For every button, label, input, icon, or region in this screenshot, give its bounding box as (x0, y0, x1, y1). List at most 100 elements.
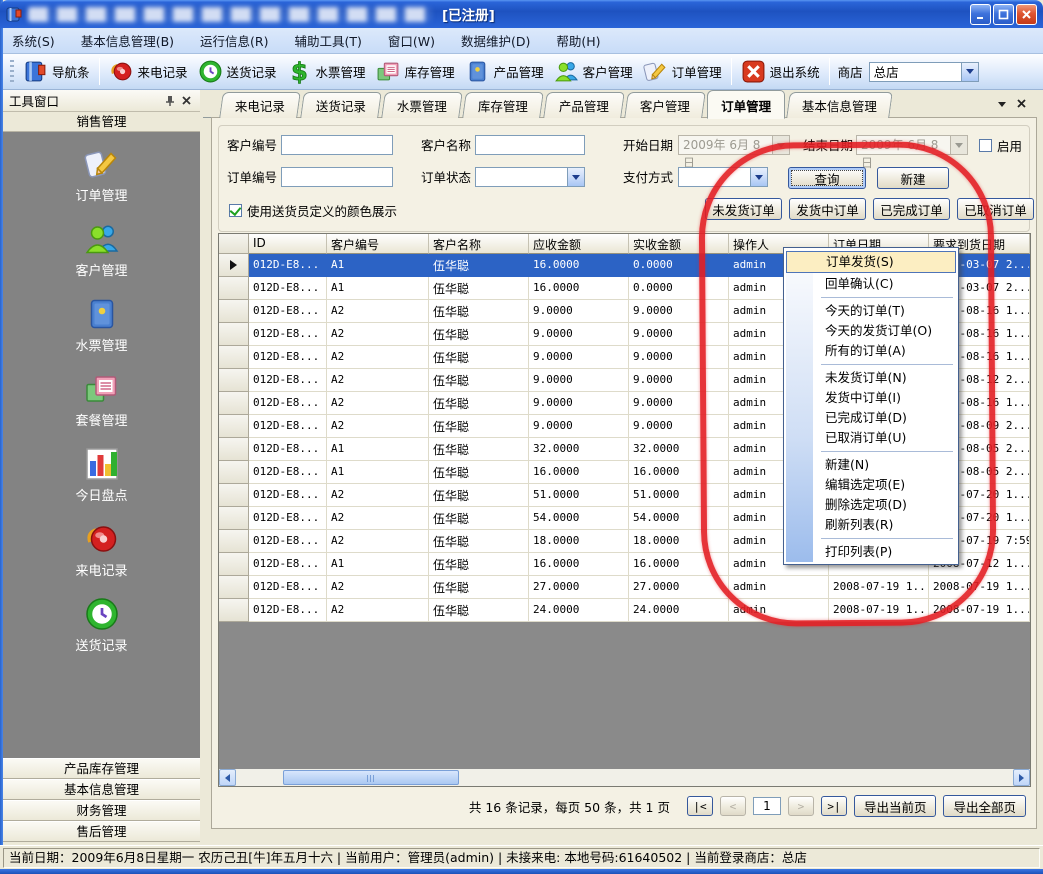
row-selector-cell[interactable] (219, 530, 249, 553)
row-selector-cell[interactable] (219, 392, 249, 415)
toolbar-call-log[interactable]: 来电记录 (104, 57, 193, 86)
splitter[interactable] (200, 90, 203, 845)
tool-window-close-button[interactable] (178, 93, 194, 109)
row-selector-cell[interactable] (219, 346, 249, 369)
scrollbar-thumb[interactable] (283, 770, 459, 785)
toolbar-customer[interactable]: 客户管理 (549, 57, 638, 86)
row-selector-cell[interactable] (219, 415, 249, 438)
export-all-pages-button[interactable]: 导出全部页 (943, 795, 1026, 817)
order-status-select[interactable] (475, 167, 585, 187)
sidebar-item-daily-stocktake[interactable]: 今日盘点 (42, 446, 162, 504)
row-selector-cell[interactable] (219, 277, 249, 300)
menu-item[interactable]: 运行信息(R) (200, 31, 268, 50)
table-row[interactable]: 012D-E8... A2 伍华聪 24.0000 24.0000 admin … (219, 599, 1030, 622)
row-selector-cell[interactable] (219, 323, 249, 346)
scroll-left-button[interactable] (219, 769, 236, 786)
customer-no-input[interactable] (281, 135, 393, 155)
row-selector-cell[interactable] (219, 461, 249, 484)
shop-select-arrow[interactable] (961, 63, 978, 81)
maximize-button[interactable] (993, 4, 1014, 25)
context-menu-item[interactable]: 今天的发货订单(O) (786, 321, 956, 341)
order-status-filter-button[interactable]: 未发货订单 (705, 198, 782, 220)
pay-method-select[interactable] (678, 167, 768, 187)
toolbar-water-ticket[interactable]: $ 水票管理 (282, 57, 371, 86)
toolbar-delivery-log[interactable]: 送货记录 (193, 57, 282, 86)
section-header-basic-info[interactable]: 基本信息管理 (3, 779, 200, 800)
prev-page-button[interactable]: < (720, 796, 746, 816)
next-page-button[interactable]: > (788, 796, 814, 816)
sidebar-item-customer[interactable]: 客户管理 (42, 221, 162, 279)
context-menu-item[interactable]: 刷新列表(R) (786, 515, 956, 535)
order-status-filter-button[interactable]: 已取消订单 (957, 198, 1034, 220)
toolbar-nav-strip[interactable]: 导航条 (18, 57, 95, 86)
row-selector-cell[interactable] (219, 369, 249, 392)
menu-item[interactable]: 辅助工具(T) (295, 31, 362, 50)
tab[interactable]: 来电记录 (219, 92, 301, 118)
context-menu-item[interactable]: 未发货订单(N) (786, 368, 956, 388)
minimize-button[interactable] (970, 4, 991, 25)
new-button[interactable]: 新建 (877, 167, 949, 189)
column-header-customer-no[interactable]: 客户编号 (327, 234, 429, 254)
toolbar-product[interactable]: 产品管理 (460, 57, 549, 86)
sidebar-item-call-log[interactable]: 来电记录 (42, 521, 162, 579)
order-status-filter-button[interactable]: 已完成订单 (873, 198, 950, 220)
row-selector-cell[interactable] (219, 438, 249, 461)
context-menu-item[interactable]: 今天的订单(T) (786, 301, 956, 321)
menu-item[interactable]: 帮助(H) (556, 31, 600, 50)
section-header-after-sales[interactable]: 售后管理 (3, 821, 200, 842)
toolbar-exit[interactable]: 退出系统 (736, 57, 825, 86)
context-menu-item[interactable]: 新建(N) (786, 455, 956, 475)
context-menu-item[interactable]: 所有的订单(A) (786, 341, 956, 361)
tab[interactable]: 库存管理 (462, 92, 544, 118)
pin-button[interactable] (162, 93, 178, 109)
sidebar-item-order[interactable]: 订单管理 (42, 146, 162, 204)
context-menu-item[interactable]: 订单发货(S) (786, 251, 956, 273)
first-page-button[interactable]: |< (687, 796, 713, 816)
query-button[interactable]: 查询 (788, 167, 866, 189)
tab[interactable]: 基本信息管理 (786, 92, 893, 118)
menu-item[interactable]: 基本信息管理(B) (81, 31, 174, 50)
close-button[interactable] (1016, 4, 1037, 25)
column-header-received[interactable]: 实收金额 (629, 234, 729, 254)
row-selector-cell[interactable] (219, 484, 249, 507)
tab[interactable]: 客户管理 (624, 92, 706, 118)
row-selector-cell[interactable] (219, 576, 249, 599)
tab[interactable]: 送货记录 (300, 92, 382, 118)
tab-close-button[interactable] (1016, 97, 1027, 112)
context-menu-item[interactable]: 已完成订单(D) (786, 408, 956, 428)
row-selector-cell[interactable] (219, 507, 249, 530)
enable-date-checkbox[interactable] (979, 139, 992, 152)
customer-name-input[interactable] (475, 135, 585, 155)
row-selector-cell[interactable] (219, 553, 249, 576)
menu-item[interactable]: 窗口(W) (388, 31, 435, 50)
start-date-arrow[interactable] (772, 136, 789, 154)
scroll-right-button[interactable] (1013, 769, 1030, 786)
scrollbar-track[interactable] (236, 769, 1013, 786)
toolbar-order[interactable]: 订单管理 (638, 57, 727, 86)
pay-method-arrow[interactable] (750, 168, 767, 186)
sidebar-item-water-ticket[interactable]: 水票管理 (42, 296, 162, 354)
context-menu-item[interactable]: 编辑选定项(E) (786, 475, 956, 495)
export-current-page-button[interactable]: 导出当前页 (854, 795, 937, 817)
order-no-input[interactable] (281, 167, 393, 187)
shop-select[interactable]: 总店 (869, 62, 979, 82)
start-date-picker[interactable]: 2009年 6月 8日 (678, 135, 790, 155)
section-header-sales[interactable]: 销售管理 (3, 112, 200, 132)
order-status-arrow[interactable] (567, 168, 584, 186)
menu-item[interactable]: 系统(S) (12, 31, 55, 50)
table-row[interactable]: 012D-E8... A2 伍华聪 27.0000 27.0000 admin … (219, 576, 1030, 599)
sidebar-item-package[interactable]: 套餐管理 (42, 371, 162, 429)
end-date-picker[interactable]: 2009年 6月 8日 (856, 135, 968, 155)
row-selector-cell[interactable] (219, 254, 249, 277)
page-number-box[interactable]: 1 (753, 797, 781, 815)
tab[interactable]: 产品管理 (543, 92, 625, 118)
menu-item[interactable]: 数据维护(D) (461, 31, 530, 50)
context-menu-item[interactable]: 打印列表(P) (786, 542, 956, 562)
column-header-receivable[interactable]: 应收金额 (529, 234, 629, 254)
column-header-id[interactable]: ID (249, 234, 327, 254)
order-status-filter-button[interactable]: 发货中订单 (789, 198, 866, 220)
section-header-product-inventory[interactable]: 产品库存管理 (3, 758, 200, 779)
context-menu-item[interactable]: 回单确认(C) (786, 274, 956, 294)
color-display-checkbox[interactable] (229, 204, 242, 217)
context-menu-item[interactable]: 删除选定项(D) (786, 495, 956, 515)
